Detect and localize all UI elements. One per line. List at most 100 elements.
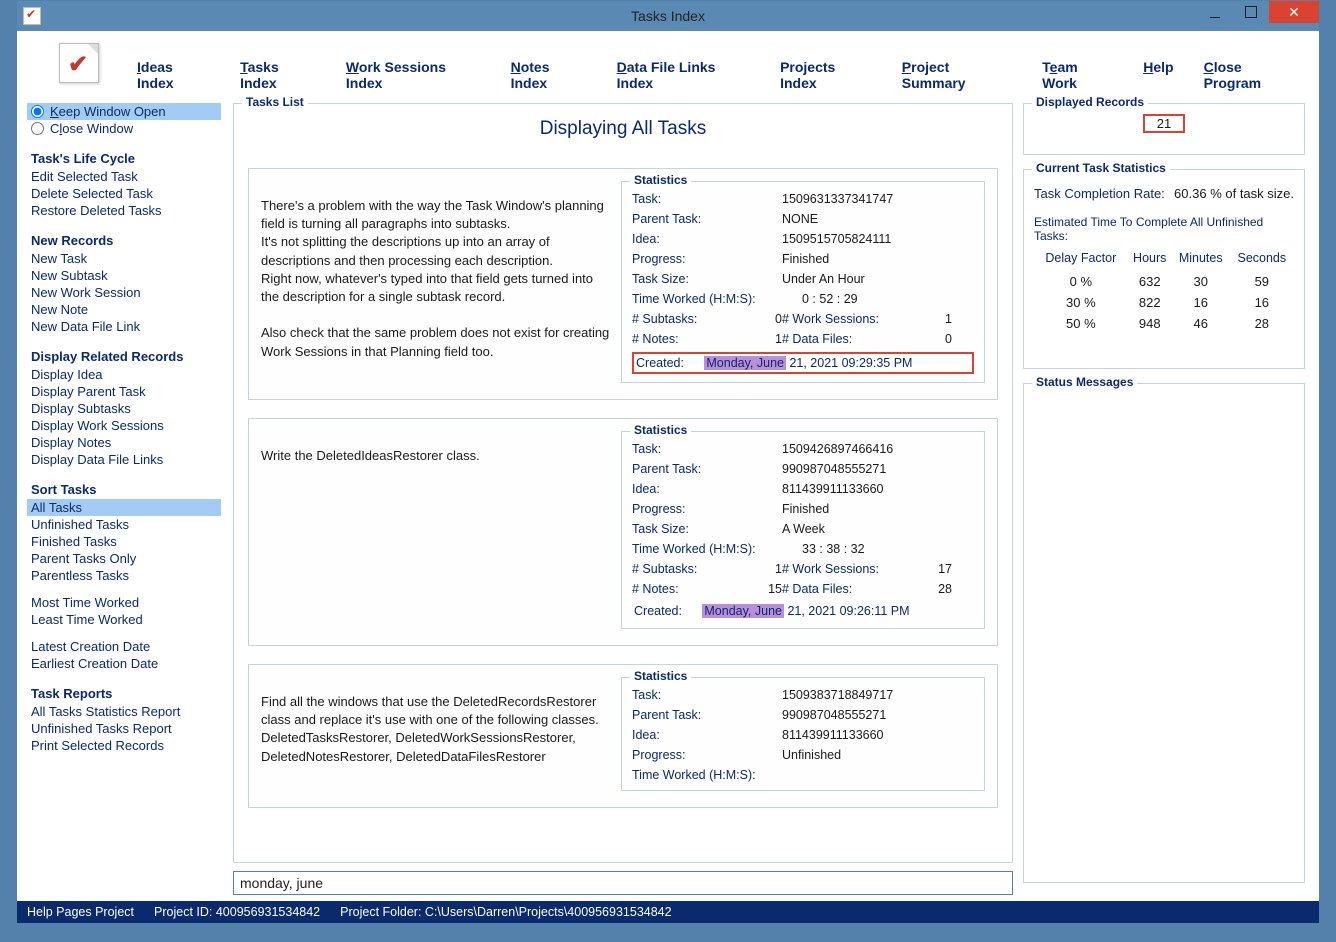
sidebar-item[interactable]: Delete Selected Task xyxy=(27,185,221,202)
side-list-display-related: Display IdeaDisplay Parent TaskDisplay S… xyxy=(27,366,221,468)
menu-team-work[interactable]: Team Work xyxy=(1042,59,1113,91)
side-list-sort: All TasksUnfinished TasksFinished TasksP… xyxy=(27,499,221,672)
side-list-new-records: New TaskNew SubtaskNew Work SessionNew N… xyxy=(27,250,221,335)
app-window: Tasks Index Ideas Index Tasks Index Work… xyxy=(16,0,1320,922)
sidebar-item[interactable]: Unfinished Tasks Report xyxy=(27,720,221,737)
section-new-records: New Records xyxy=(27,233,221,248)
section-life-cycle: Task's Life Cycle xyxy=(27,151,221,166)
section-sort-tasks: Sort Tasks xyxy=(27,482,221,497)
sidebar-item[interactable]: Unfinished Tasks xyxy=(27,516,221,533)
estimate-table: Delay FactorHoursMinutesSeconds 0 %63230… xyxy=(1034,251,1294,334)
task-card[interactable]: Find all the windows that use the Delete… xyxy=(248,664,998,808)
menu-bar: Ideas Index Tasks Index Work Sessions In… xyxy=(137,59,1299,91)
task-description: Write the DeletedIdeasRestorer class. xyxy=(261,447,611,629)
sidebar-item[interactable]: Display Subtasks xyxy=(27,400,221,417)
current-task-stats-panel: Current Task Statistics Task Completion … xyxy=(1023,169,1305,369)
task-stats-grid: Task:1509426897466416Parent Task:9909870… xyxy=(632,442,974,556)
window-title: Tasks Index xyxy=(17,8,1319,24)
sidebar-item[interactable]: Display Notes xyxy=(27,434,221,451)
title-bar[interactable]: Tasks Index xyxy=(17,1,1319,31)
menu-notes-index[interactable]: Notes Index xyxy=(511,59,587,91)
right-sidebar: Displayed Records 21 Current Task Statis… xyxy=(1023,103,1305,897)
estimate-row: 30 %8221616 xyxy=(1034,292,1294,313)
task-stats-legend: Statistics xyxy=(630,423,691,437)
sidebar-item[interactable]: Display Parent Task xyxy=(27,383,221,400)
menu-work-sessions-index[interactable]: Work Sessions Index xyxy=(346,59,481,91)
sidebar-item[interactable]: Parentless Tasks xyxy=(27,567,221,584)
sidebar-item[interactable]: All Tasks xyxy=(27,499,221,516)
menu-data-file-links-index[interactable]: Data File Links Index xyxy=(617,59,750,91)
task-stats-grid: Task:1509631337341747Parent Task:NONEIde… xyxy=(632,192,974,306)
menu-ideas-index[interactable]: Ideas Index xyxy=(137,59,210,91)
sidebar-item[interactable]: Print Selected Records xyxy=(27,737,221,754)
current-task-stats-legend: Current Task Statistics xyxy=(1032,161,1170,175)
status-project-id: Project ID: 400956931534842 xyxy=(154,905,320,919)
sidebar-item[interactable]: New Subtask xyxy=(27,267,221,284)
sidebar-item[interactable]: Display Data File Links xyxy=(27,451,221,468)
tasks-list-legend: Tasks List xyxy=(242,95,308,109)
task-description: Find all the windows that use the Delete… xyxy=(261,693,611,791)
section-display-related: Display Related Records xyxy=(27,349,221,364)
minimize-button[interactable] xyxy=(1197,1,1233,23)
sidebar-item[interactable]: Least Time Worked xyxy=(27,611,221,628)
tasks-list-header: Displaying All Tasks xyxy=(234,110,1012,144)
displayed-records-panel: Displayed Records 21 xyxy=(1023,103,1305,155)
status-bar: Help Pages Project Project ID: 400956931… xyxy=(17,901,1319,923)
sidebar: Keep Window Open Close Window Task's Lif… xyxy=(27,103,221,754)
sidebar-item[interactable]: Finished Tasks xyxy=(27,533,221,550)
sidebar-item[interactable]: Display Idea xyxy=(27,366,221,383)
content-area: Ideas Index Tasks Index Work Sessions In… xyxy=(17,31,1319,923)
sidebar-item[interactable]: Earliest Creation Date xyxy=(27,655,221,672)
sidebar-item[interactable]: Display Work Sessions xyxy=(27,417,221,434)
search-input[interactable] xyxy=(233,871,1013,895)
task-stats-fieldset: StatisticsTask:1509426897466416Parent Ta… xyxy=(621,431,985,629)
created-row: Created: Monday, June 21, 2021 09:26:11 … xyxy=(632,602,974,620)
side-list-life-cycle: Edit Selected TaskDelete Selected TaskRe… xyxy=(27,168,221,219)
task-card[interactable]: Write the DeletedIdeasRestorer class.Sta… xyxy=(248,418,998,646)
sidebar-item[interactable]: Latest Creation Date xyxy=(27,638,221,655)
task-card[interactable]: There's a problem with the way the Task … xyxy=(248,168,998,400)
close-button[interactable] xyxy=(1269,1,1319,23)
side-list-reports: All Tasks Statistics ReportUnfinished Ta… xyxy=(27,703,221,754)
estimate-row: 50 %9484628 xyxy=(1034,313,1294,334)
task-stats-grid: Task:1509383718849717Parent Task:9909870… xyxy=(632,688,974,782)
status-messages-panel: Status Messages xyxy=(1023,383,1305,883)
maximize-button[interactable] xyxy=(1233,1,1269,23)
estimate-title: Estimated Time To Complete All Unfinishe… xyxy=(1034,215,1294,243)
task-stats-fieldset: StatisticsTask:1509631337341747Parent Ta… xyxy=(621,181,985,383)
status-project-folder: Project Folder: C:\Users\Darren\Projects… xyxy=(340,905,671,919)
app-logo-icon xyxy=(59,43,99,83)
menu-close-program[interactable]: Close Program xyxy=(1204,59,1299,91)
tasks-scroll[interactable]: There's a problem with the way the Task … xyxy=(244,162,1002,850)
created-row: Created: Monday, June 21, 2021 09:29:35 … xyxy=(632,352,974,374)
section-task-reports: Task Reports xyxy=(27,686,221,701)
task-stats-legend: Statistics xyxy=(630,669,691,683)
sidebar-item[interactable]: Edit Selected Task xyxy=(27,168,221,185)
radio-keep-window-open[interactable]: Keep Window Open xyxy=(27,103,221,120)
sidebar-item[interactable]: New Task xyxy=(27,250,221,267)
completion-label: Task Completion Rate: xyxy=(1034,186,1165,201)
task-description: There's a problem with the way the Task … xyxy=(261,197,611,383)
task-stats-legend: Statistics xyxy=(630,173,691,187)
sidebar-item[interactable]: New Data File Link xyxy=(27,318,221,335)
completion-value: 60.36 % of task size. xyxy=(1174,186,1294,201)
sidebar-item[interactable]: Restore Deleted Tasks xyxy=(27,202,221,219)
sidebar-item[interactable]: Parent Tasks Only xyxy=(27,550,221,567)
main-area: Tasks List Displaying All Tasks There's … xyxy=(233,103,1013,893)
displayed-records-count: 21 xyxy=(1143,114,1185,133)
sidebar-item[interactable]: Most Time Worked xyxy=(27,594,221,611)
menu-project-summary[interactable]: Project Summary xyxy=(902,59,1012,91)
sidebar-item[interactable]: New Work Session xyxy=(27,284,221,301)
sidebar-item[interactable]: New Note xyxy=(27,301,221,318)
status-help-label[interactable]: Help Pages Project xyxy=(27,905,134,919)
estimate-row: 0 %6323059 xyxy=(1034,271,1294,292)
menu-tasks-index[interactable]: Tasks Index xyxy=(240,59,316,91)
task-stats-fieldset: StatisticsTask:1509383718849717Parent Ta… xyxy=(621,677,985,791)
menu-projects-index[interactable]: Projects Index xyxy=(780,59,872,91)
tasks-list-fieldset: Tasks List Displaying All Tasks There's … xyxy=(233,103,1013,863)
sidebar-item[interactable]: All Tasks Statistics Report xyxy=(27,703,221,720)
radio-close-window[interactable]: Close Window xyxy=(27,120,221,137)
displayed-records-legend: Displayed Records xyxy=(1032,95,1148,109)
status-messages-legend: Status Messages xyxy=(1032,375,1137,389)
menu-help[interactable]: Help xyxy=(1143,59,1173,91)
